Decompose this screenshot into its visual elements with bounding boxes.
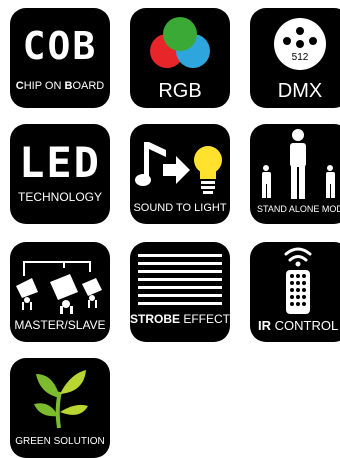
tile-strobe-caption: STROBE EFFECT [130,312,230,326]
tile-dmx-caption: DMX [277,80,323,102]
tile-master-slave: MASTER/SLAVE [10,242,110,342]
tile-cob: COB CHIP ON BOARD [10,8,110,108]
led-dot-letters-icon: LED [19,138,101,187]
music-note-icon [135,142,166,186]
light-bulb-icon [194,146,222,194]
tile-led-caption: TECHNOLOGY [17,190,102,204]
tile-cob-caption: CHIP ON BOARD [15,80,105,92]
tile-standalone-caption: STAND ALONE MODE [257,204,340,214]
tile-rgb-caption: RGB [158,80,202,102]
tile-green-solution: GREEN SOLUTION [10,358,110,458]
tile-green-caption: GREEN SOLUTION [15,436,105,447]
arrow-icon [163,156,190,184]
strobe-lines-icon [138,254,222,305]
tile-sound-caption: SOUND TO LIGHT [133,202,227,214]
tile-strobe: STROBE EFFECT [130,242,230,342]
dmx-connector-label: 512 [291,52,309,63]
tile-stand-alone: STAND ALONE MODE [250,124,340,224]
tile-masterslave-caption: MASTER/SLAVE [14,318,106,332]
tile-led: LED TECHNOLOGY [10,124,110,224]
cob-dot-letters-icon: COB [22,24,98,68]
tile-rgb: RGB [130,8,230,108]
tile-ir-caption: IR CONTROL [258,318,339,333]
tile-dmx: 512 DMX [250,8,340,108]
tile-ir-control: IR CONTROL [250,242,340,342]
tile-sound-to-light: SOUND TO LIGHT [130,124,230,224]
